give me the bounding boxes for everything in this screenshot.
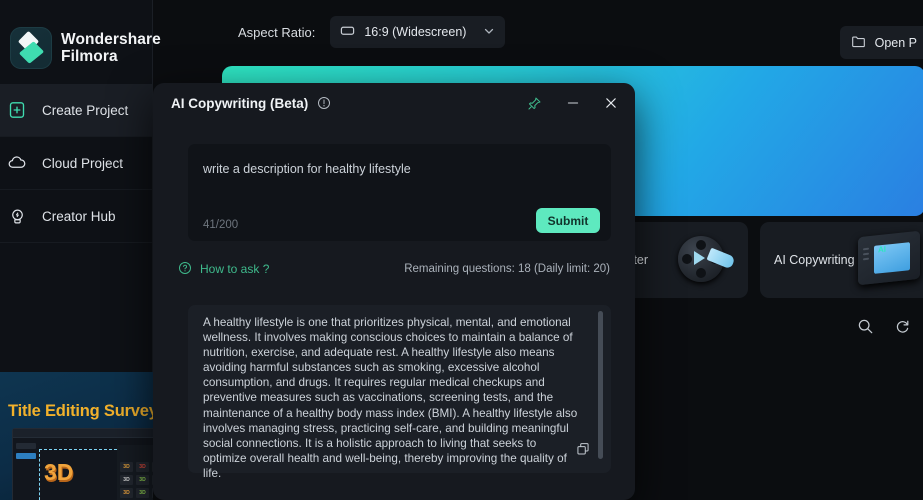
lightbulb-icon	[6, 205, 28, 227]
refresh-icon[interactable]	[894, 318, 911, 340]
vertical-scrollbar[interactable]	[598, 311, 603, 467]
dialog-title: AI Copywriting (Beta)	[171, 95, 309, 111]
dialog-header: AI Copywriting (Beta)	[153, 83, 635, 123]
minimize-icon[interactable]	[566, 96, 580, 110]
aspect-ratio-value: 16:9 (Widescreen)	[364, 25, 467, 39]
tool-card-label: AI Copywriting	[774, 253, 855, 267]
promo-screenshot: 3D 3D3D3D3D 3D3D3D3D 3D3D3D3D	[12, 428, 153, 500]
question-circle-icon	[178, 261, 192, 278]
ai-device-icon: AI	[858, 230, 920, 286]
filmora-logo	[10, 27, 52, 69]
tool-card-ai-copywriting[interactable]: AI Copywriting AI	[760, 222, 923, 298]
prompt-value: write a description for healthy lifestyl…	[203, 162, 411, 176]
how-to-ask-label: How to ask ?	[200, 262, 270, 276]
char-counter: 41/200	[203, 219, 239, 231]
dialog-meta-row: How to ask ? Remaining questions: 18 (Da…	[178, 259, 610, 279]
sidebar-item-cloud-project[interactable]: Cloud Project	[0, 137, 152, 190]
sidebar: Wondershare Filmora Create Project Cloud…	[0, 0, 161, 500]
copy-icon[interactable]	[576, 442, 590, 461]
brand-line-2: Filmora	[61, 48, 118, 65]
aspect-ratio-label: Aspect Ratio:	[238, 24, 316, 40]
open-project-label: Open P	[874, 35, 917, 50]
ai-copywriting-dialog: AI Copywriting (Beta) write a descriptio…	[153, 83, 635, 500]
result-panel: A healthy lifestyle is one that prioriti…	[188, 305, 611, 480]
chevron-down-icon	[483, 25, 495, 40]
scrollbar-thumb[interactable]	[598, 311, 603, 459]
pin-icon[interactable]	[527, 96, 542, 111]
aspect-ratio-select[interactable]: 16:9 (Widescreen)	[330, 16, 506, 48]
promo-banner[interactable]: Title Editing Survey 3D 3D3D3D3D 3D3D3D3…	[0, 372, 153, 500]
remaining-questions: Remaining questions: 18 (Daily limit: 20…	[404, 263, 610, 275]
app-window: Aspect Ratio: 16:9 (Widescreen) Open P C…	[0, 0, 923, 500]
card-actions	[857, 318, 911, 340]
result-text: A healthy lifestyle is one that prioriti…	[203, 316, 578, 480]
how-to-ask-link[interactable]: How to ask ?	[178, 261, 269, 278]
brand: Wondershare Filmora	[0, 0, 161, 84]
folder-icon	[851, 34, 866, 52]
film-reel-cutter-icon	[676, 230, 736, 288]
sidebar-item-label: Cloud Project	[42, 155, 124, 171]
open-project-button[interactable]: Open P	[839, 26, 923, 59]
top-toolbar: Aspect Ratio: 16:9 (Widescreen) Open P	[153, 0, 923, 64]
screen-icon	[340, 23, 355, 41]
sidebar-item-label: Creator Hub	[42, 208, 116, 224]
sidebar-item-creator-hub[interactable]: Creator Hub	[0, 190, 152, 243]
cloud-icon	[6, 152, 28, 174]
promo-title: Title Editing Survey	[8, 402, 153, 420]
sidebar-item-label: Create Project	[42, 102, 129, 118]
sidebar-item-create-project[interactable]: Create Project	[0, 84, 152, 137]
brand-line-1: Wondershare	[61, 30, 161, 48]
prompt-input[interactable]: write a description for healthy lifestyl…	[188, 144, 611, 241]
info-circle-icon[interactable]	[317, 96, 331, 110]
search-icon[interactable]	[857, 318, 874, 340]
new-file-plus-icon	[6, 99, 28, 121]
promo-badge: 3D	[44, 459, 74, 485]
submit-button[interactable]: Submit	[536, 208, 600, 233]
close-icon[interactable]	[604, 96, 618, 110]
